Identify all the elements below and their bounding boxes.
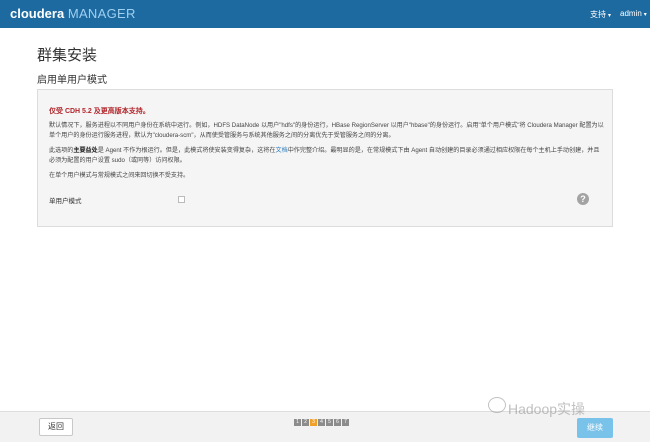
- support-menu[interactable]: 支持 ▾: [590, 9, 611, 20]
- page-step-3[interactable]: 3: [310, 419, 317, 426]
- watermark-text: Hadoop实操: [508, 401, 586, 417]
- para2-text-a: 此选项的: [49, 147, 74, 154]
- chevron-down-icon: ▾: [608, 13, 612, 19]
- cloudera-manager-logo[interactable]: cloudera MANAGER: [10, 6, 136, 22]
- user-menu[interactable]: admin ▾: [620, 9, 647, 18]
- page-step-6[interactable]: 6: [334, 419, 341, 426]
- logo-sub-text: MANAGER: [67, 6, 136, 21]
- question-circle-icon[interactable]: ?: [577, 193, 589, 205]
- watermark: Hadoop实操: [488, 397, 586, 419]
- page-title: 群集安装: [37, 47, 98, 64]
- wizard-step-pager: 1234567: [294, 419, 350, 427]
- para2-text-b: 是 Agent 不作为根运行。但是，此模式将使安装变得复杂，这将在: [97, 147, 276, 154]
- step-title: 启用单用户模式: [37, 75, 107, 86]
- description-paragraph-1: 默认情况下，服务进程以不同用户身份在系统中运行。例如，HDFS DataNode…: [49, 122, 604, 139]
- description-paragraph-2: 此选项的主要益处是 Agent 不作为根运行。但是，此模式将使安装变得复杂，这将…: [49, 146, 605, 165]
- page-step-2[interactable]: 2: [302, 419, 309, 426]
- description-paragraph-3: 在单个用户模式与常规模式之间来回切换不受支持。: [49, 172, 190, 179]
- chevron-down-icon: ▾: [643, 12, 647, 18]
- single-user-mode-panel: 仅受 CDH 5.2 及更高版本支持。 默认情况下，服务进程以不同用户身份在系统…: [37, 89, 613, 227]
- back-button[interactable]: 返回: [39, 418, 73, 436]
- support-menu-label: 支持: [590, 10, 606, 19]
- page-step-7[interactable]: 7: [342, 419, 349, 426]
- page-step-4[interactable]: 4: [318, 419, 325, 426]
- page-step-1[interactable]: 1: [294, 419, 301, 426]
- single-user-mode-checkbox[interactable]: [178, 196, 185, 203]
- page-step-5[interactable]: 5: [326, 419, 333, 426]
- para2-emphasis: 主要益处: [73, 147, 98, 154]
- top-navbar: cloudera MANAGER 支持 ▾ admin ▾: [0, 0, 650, 28]
- version-warning: 仅受 CDH 5.2 及更高版本支持。: [49, 108, 150, 115]
- continue-button[interactable]: 继续: [577, 418, 613, 438]
- logo-main-text: cloudera: [10, 6, 65, 21]
- documentation-link[interactable]: 文档: [276, 147, 288, 154]
- wechat-icon: [488, 397, 506, 413]
- user-menu-label: admin: [620, 9, 642, 18]
- single-user-mode-label: 单用户模式: [49, 198, 82, 205]
